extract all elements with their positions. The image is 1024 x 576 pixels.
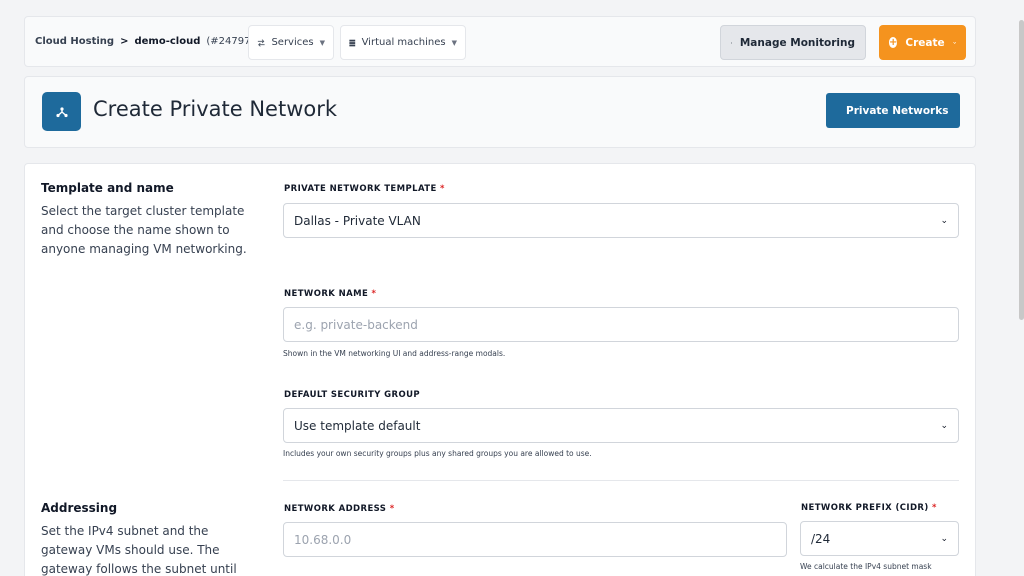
required-marker: * [440,184,445,194]
network-name-label-text: NETWORK NAME [284,289,369,299]
network-prefix-label: NETWORK PREFIX (CIDR) * [801,503,937,513]
chevron-down-icon [952,41,956,44]
template-section-description: Select the target cluster template and c… [41,204,247,256]
page-scrollbar[interactable] [1019,20,1024,320]
swap-arrows-icon [257,38,265,47]
plus-circle-icon: + [889,37,898,48]
create-button-label: Create [905,36,945,49]
page-header: Create Private Network Private Networks [24,76,976,148]
section-divider [283,480,959,481]
template-field-label: PRIVATE NETWORK TEMPLATE * [284,184,445,194]
template-section-title: Template and name [41,181,174,195]
private-networks-back-label: Private Networks [846,104,949,117]
top-bar: Cloud Hosting > demo-cloud (#24797) Serv… [24,16,976,67]
chevron-down-icon: ⌄ [940,420,948,431]
services-dropdown-label: Services [271,37,314,48]
network-address-placeholder: 10.68.0.0 [294,532,352,547]
security-group-select-value: Use template default [294,418,421,433]
security-group-select[interactable]: Use template default ⌄ [283,408,959,443]
network-address-label: NETWORK ADDRESS * [284,504,395,514]
addressing-section-description: Set the IPv4 subnet and the gateway VMs … [41,524,237,576]
caret-down-icon: ▼ [451,38,457,47]
manage-monitoring-button[interactable]: Manage Monitoring [720,25,866,60]
template-select[interactable]: Dallas - Private VLAN ⌄ [283,203,959,238]
caret-down-icon: ▼ [319,38,325,47]
virtual-machines-dropdown-label: Virtual machines [361,37,446,48]
network-prefix-label-text: NETWORK PREFIX (CIDR) [801,503,929,513]
services-dropdown[interactable]: Services ▼ [248,25,334,60]
network-prefix-value: /24 [811,531,831,546]
template-select-value: Dallas - Private VLAN [294,213,421,228]
chevron-down-icon: ⌄ [940,215,948,226]
network-prefix-select[interactable]: /24 ⌄ [800,521,959,556]
network-name-label: NETWORK NAME * [284,289,376,299]
template-field-label-text: PRIVATE NETWORK TEMPLATE [284,184,437,194]
create-network-form: Template and name Select the target clus… [24,163,976,576]
required-marker: * [371,289,377,299]
network-address-input[interactable]: 10.68.0.0 [283,522,787,557]
private-networks-back-button[interactable]: Private Networks [826,93,960,128]
network-icon [42,92,81,131]
required-marker: * [389,504,395,514]
create-button[interactable]: + Create [879,25,966,60]
network-address-label-text: NETWORK ADDRESS [284,504,387,514]
required-marker: * [932,503,937,513]
network-name-placeholder: e.g. private-backend [294,317,418,332]
breadcrumb-root-link[interactable]: Cloud Hosting [35,36,114,47]
chevron-down-icon: ⌄ [940,533,948,544]
monitor-pulse-icon [731,42,732,43]
page-title: Create Private Network [93,97,338,121]
breadcrumb-project-link[interactable]: demo-cloud [134,36,200,47]
addressing-section-title: Addressing [41,501,118,515]
network-prefix-hint: We calculate the IPv4 subnet mask [800,562,932,571]
virtual-machines-dropdown[interactable]: Virtual machines ▼ [340,25,466,60]
network-name-input[interactable]: e.g. private-backend [283,307,959,342]
breadcrumb: Cloud Hosting > demo-cloud (#24797) [35,17,254,66]
security-group-label: DEFAULT SECURITY GROUP [284,390,421,400]
security-group-hint: Includes your own security groups plus a… [283,449,592,458]
breadcrumb-separator: > [120,36,129,47]
network-name-hint: Shown in the VM networking UI and addres… [283,349,506,358]
manage-monitoring-label: Manage Monitoring [739,36,855,49]
server-icon [349,39,356,46]
